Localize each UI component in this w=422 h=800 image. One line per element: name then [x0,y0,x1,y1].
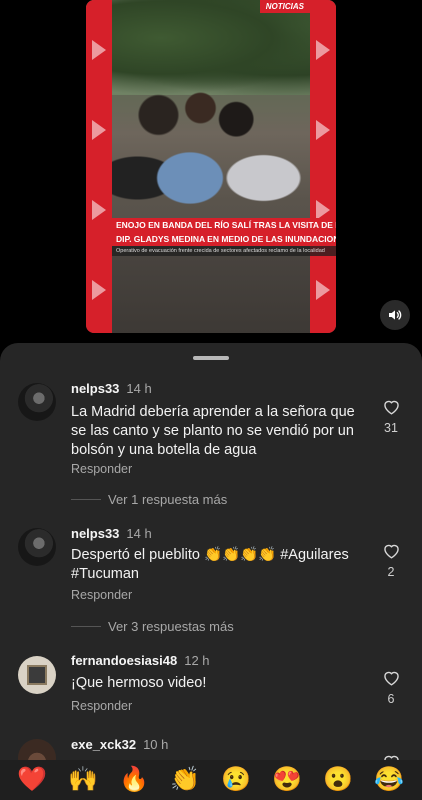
emoji-surprised[interactable]: 😮 [323,766,353,794]
play-shape-icon [92,200,106,220]
emoji-heart[interactable]: ❤️ [17,766,47,794]
video-player[interactable]: NOTICIAS ENOJO EN BANDA DEL RÍO SALÍ TRA… [86,0,336,333]
emoji-crying[interactable]: 😢 [221,766,251,794]
comments-sheet: nelps33 14 h La Madrid debería aprender a… [0,343,422,800]
comment-text: Despertó el pueblito 👏👏👏👏 #Aguilares #Tu… [71,547,349,582]
video-headline: ENOJO EN BANDA DEL RÍO SALÍ TRAS LA VISI… [112,218,336,256]
like-control[interactable]: 31 [381,398,401,435]
like-count: 31 [384,421,398,435]
video-crowd [106,80,316,220]
avatar[interactable] [18,383,56,421]
headline-line-1: ENOJO EN BANDA DEL RÍO SALÍ TRAS LA VISI… [112,218,336,232]
sheet-drag-handle[interactable] [193,356,229,360]
play-shape-icon [316,200,330,220]
headline-line-2: DIP. GLADYS MEDINA EN MEDIO DE LAS INUND… [112,232,336,246]
play-shape-icon [316,280,330,300]
view-more-replies[interactable]: Ver 3 respuestas más [71,619,234,634]
comment-time: 10 h [143,737,169,752]
emoji-fire[interactable]: 🔥 [119,766,149,794]
emoji-heart-eyes[interactable]: 😍 [272,766,302,794]
comment-username[interactable]: exe_xck32 [71,737,136,752]
replies-divider [71,499,101,500]
play-shape-icon [92,120,106,140]
reply-button[interactable]: Responder [71,699,132,713]
view-more-replies[interactable]: Ver 1 respuesta más [71,492,227,507]
avatar-picture [27,665,47,685]
reply-button[interactable]: Responder [71,462,132,476]
view-more-replies-label: Ver 3 respuestas más [108,619,234,634]
reply-button[interactable]: Responder [71,588,132,602]
comment-time: 14 h [126,526,152,541]
like-control[interactable]: 2 [381,542,401,579]
video-frame-right [310,0,336,333]
like-count: 2 [387,565,395,579]
heart-outline-icon [383,400,399,415]
volume-icon [389,310,402,320]
heart-outline-icon [383,544,399,559]
comment-time: 12 h [184,653,210,668]
play-shape-icon [92,40,106,60]
volume-button[interactable] [380,300,410,330]
comment-username[interactable]: nelps33 [71,526,119,541]
headline-subtitle: Operativo de evacuación frente crecida d… [112,246,336,256]
video-frame-left [86,0,112,333]
heart-outline-icon [383,671,399,686]
emoji-clap[interactable]: 👏 [170,766,200,794]
comment-header: exe_xck32 10 h [71,737,168,752]
news-badge: NOTICIAS [259,0,310,13]
emoji-raised-hands[interactable]: 🙌 [68,766,98,794]
avatar[interactable] [18,656,56,694]
view-more-replies-label: Ver 1 respuesta más [108,492,228,507]
comment-time: 14 h [126,381,152,396]
emoji-laughing[interactable]: 😂 [374,766,404,794]
like-control[interactable]: 6 [381,669,401,706]
comment-header: nelps33 14 h [71,526,152,541]
like-count: 6 [387,692,395,706]
video-ground [86,243,336,333]
comment-username[interactable]: nelps33 [71,381,119,396]
comment-header: fernandoesiasi48 12 h [71,653,210,668]
emoji-quick-bar: ❤️ 🙌 🔥 👏 😢 😍 😮 😂 [0,760,422,800]
play-shape-icon [316,40,330,60]
comment-username[interactable]: fernandoesiasi48 [71,653,177,668]
comment-text: La Madrid debería aprender a la señora q… [71,404,355,458]
replies-divider [71,626,101,627]
video-area: NOTICIAS ENOJO EN BANDA DEL RÍO SALÍ TRA… [0,0,422,345]
play-shape-icon [92,280,106,300]
comment-header: nelps33 14 h [71,381,152,396]
avatar[interactable] [18,528,56,566]
comment-text: ¡Que hermoso video! [71,675,207,691]
play-shape-icon [316,120,330,140]
